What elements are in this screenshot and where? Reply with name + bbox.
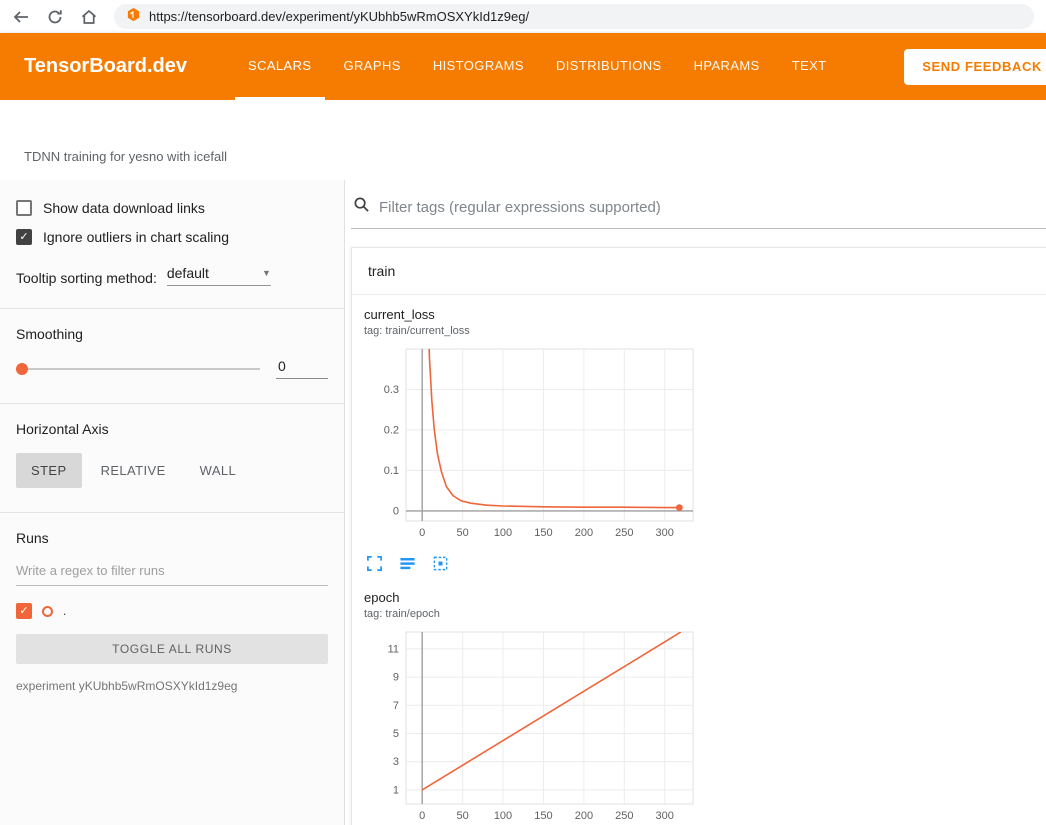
group-header-train[interactable]: train bbox=[352, 248, 1046, 295]
chart-card-current_loss: current_loss tag: train/current_loss 0 50 10… bbox=[364, 307, 701, 572]
divider bbox=[0, 512, 344, 513]
tensorboard-favicon bbox=[126, 7, 141, 27]
svg-text:150: 150 bbox=[534, 527, 552, 539]
chart-actions bbox=[364, 548, 701, 572]
horizontal-axis-buttons: STEPRELATIVEWALL bbox=[16, 453, 328, 488]
svg-text:0.1: 0.1 bbox=[384, 465, 399, 477]
show-download-checkbox[interactable] bbox=[16, 200, 32, 216]
svg-text:0: 0 bbox=[419, 810, 425, 822]
axis-button-step[interactable]: STEP bbox=[16, 453, 82, 488]
svg-text:200: 200 bbox=[575, 527, 593, 539]
toggle-all-runs-button[interactable]: TOGGLE ALL RUNS bbox=[16, 634, 328, 664]
experiment-note: experiment yKUbhb5wRmOSXYkId1z9eg bbox=[16, 679, 328, 693]
refresh-icon[interactable] bbox=[46, 8, 64, 26]
filter-tags-input[interactable] bbox=[379, 199, 1046, 216]
svg-text:150: 150 bbox=[534, 810, 552, 822]
runs-table-icon[interactable] bbox=[399, 555, 416, 572]
svg-text:3: 3 bbox=[393, 756, 399, 768]
runs-label: Runs bbox=[16, 530, 328, 546]
address-bar[interactable]: https://tensorboard.dev/experiment/yKUbh… bbox=[114, 4, 1034, 29]
divider bbox=[0, 403, 344, 404]
scalar-chart[interactable]: 0 50 100 150 200 250 300 1 3 5 7 9 11 bbox=[364, 626, 701, 825]
svg-text:100: 100 bbox=[494, 527, 512, 539]
back-icon[interactable] bbox=[12, 8, 30, 26]
smoothing-slider[interactable] bbox=[16, 368, 260, 370]
app-header: TensorBoard.dev SCALARSGRAPHSHISTOGRAMSD… bbox=[0, 33, 1046, 100]
svg-text:50: 50 bbox=[456, 810, 468, 822]
tab-graphs[interactable]: GRAPHS bbox=[331, 33, 414, 100]
charts-grid: current_losstag: train/current_loss05010… bbox=[352, 295, 1046, 825]
horizontal-axis-label: Horizontal Axis bbox=[16, 421, 328, 437]
axis-button-relative[interactable]: RELATIVE bbox=[86, 453, 181, 488]
tooltip-sorting-label: Tooltip sorting method: bbox=[16, 270, 157, 286]
run-name: . bbox=[63, 604, 66, 618]
show-download-label: Show data download links bbox=[43, 200, 205, 216]
tab-scalars[interactable]: SCALARS bbox=[235, 33, 325, 100]
slider-thumb[interactable] bbox=[16, 363, 28, 375]
chart-tag: tag: train/current_loss bbox=[364, 325, 701, 337]
svg-text:0: 0 bbox=[419, 527, 425, 539]
send-feedback-button[interactable]: SEND FEEDBACK bbox=[904, 49, 1046, 85]
tab-hparams[interactable]: HPARAMS bbox=[681, 33, 773, 100]
ignore-outliers-label: Ignore outliers in chart scaling bbox=[43, 229, 229, 245]
scalars-main: train current_loss tag: train/current_los… bbox=[345, 180, 1046, 825]
nav-tabs: SCALARSGRAPHSHISTOGRAMSDISTRIBUTIONSHPAR… bbox=[235, 33, 840, 100]
svg-text:11: 11 bbox=[388, 643, 399, 655]
smoothing-label: Smoothing bbox=[16, 326, 328, 342]
settings-sidebar: Show data download links ✓ Ignore outlie… bbox=[0, 180, 345, 825]
axis-button-wall[interactable]: WALL bbox=[185, 453, 252, 488]
chart-title: current_loss bbox=[364, 307, 701, 322]
svg-text:250: 250 bbox=[615, 527, 633, 539]
svg-text:9: 9 bbox=[393, 672, 399, 684]
svg-text:250: 250 bbox=[615, 810, 633, 822]
svg-text:0: 0 bbox=[393, 505, 399, 517]
scalar-chart[interactable]: 0 50 100 150 200 250 300 0 0.1 0.2 0.3 bbox=[364, 343, 701, 543]
divider bbox=[0, 308, 344, 309]
home-icon[interactable] bbox=[80, 8, 98, 26]
tab-text[interactable]: TEXT bbox=[779, 33, 840, 100]
svg-text:1: 1 bbox=[393, 784, 399, 796]
chart-tag: tag: train/epoch bbox=[364, 608, 701, 620]
chevron-down-icon: ▼ bbox=[262, 268, 271, 278]
svg-text:7: 7 bbox=[393, 700, 399, 712]
run-checkbox[interactable]: ✓ bbox=[16, 603, 32, 619]
svg-text:200: 200 bbox=[575, 810, 593, 822]
chart-card-epoch: epoch tag: train/epoch 0 50 100 150 200 250 300 1… bbox=[364, 590, 701, 825]
svg-text:300: 300 bbox=[656, 527, 674, 539]
svg-text:300: 300 bbox=[656, 810, 674, 822]
search-icon bbox=[353, 196, 370, 218]
train-group-card: train current_loss tag: train/current_los… bbox=[351, 247, 1046, 825]
svg-text:5: 5 bbox=[393, 728, 399, 740]
svg-text:0.2: 0.2 bbox=[384, 424, 399, 436]
experiment-subheader: TDNN training for yesno with icefall bbox=[0, 100, 1046, 180]
tab-distributions[interactable]: DISTRIBUTIONS bbox=[543, 33, 675, 100]
tab-histograms[interactable]: HISTOGRAMS bbox=[420, 33, 537, 100]
runs-filter-input[interactable] bbox=[16, 563, 328, 586]
fit-domain-icon[interactable] bbox=[432, 555, 449, 572]
url-text: https://tensorboard.dev/experiment/yKUbh… bbox=[149, 9, 529, 24]
run-color-swatch-icon bbox=[42, 606, 53, 617]
svg-text:50: 50 bbox=[456, 527, 468, 539]
fullscreen-icon[interactable] bbox=[366, 555, 383, 572]
brand-logo: TensorBoard.dev bbox=[24, 55, 187, 78]
svg-text:100: 100 bbox=[494, 810, 512, 822]
tooltip-sorting-dropdown[interactable]: default ▼ bbox=[167, 265, 271, 286]
smoothing-value[interactable]: 0 bbox=[276, 358, 328, 379]
browser-toolbar: https://tensorboard.dev/experiment/yKUbh… bbox=[0, 0, 1046, 33]
svg-text:0.3: 0.3 bbox=[384, 384, 399, 396]
ignore-outliers-checkbox[interactable]: ✓ bbox=[16, 229, 32, 245]
chart-title: epoch bbox=[364, 590, 701, 605]
experiment-title: TDNN training for yesno with icefall bbox=[24, 149, 227, 164]
